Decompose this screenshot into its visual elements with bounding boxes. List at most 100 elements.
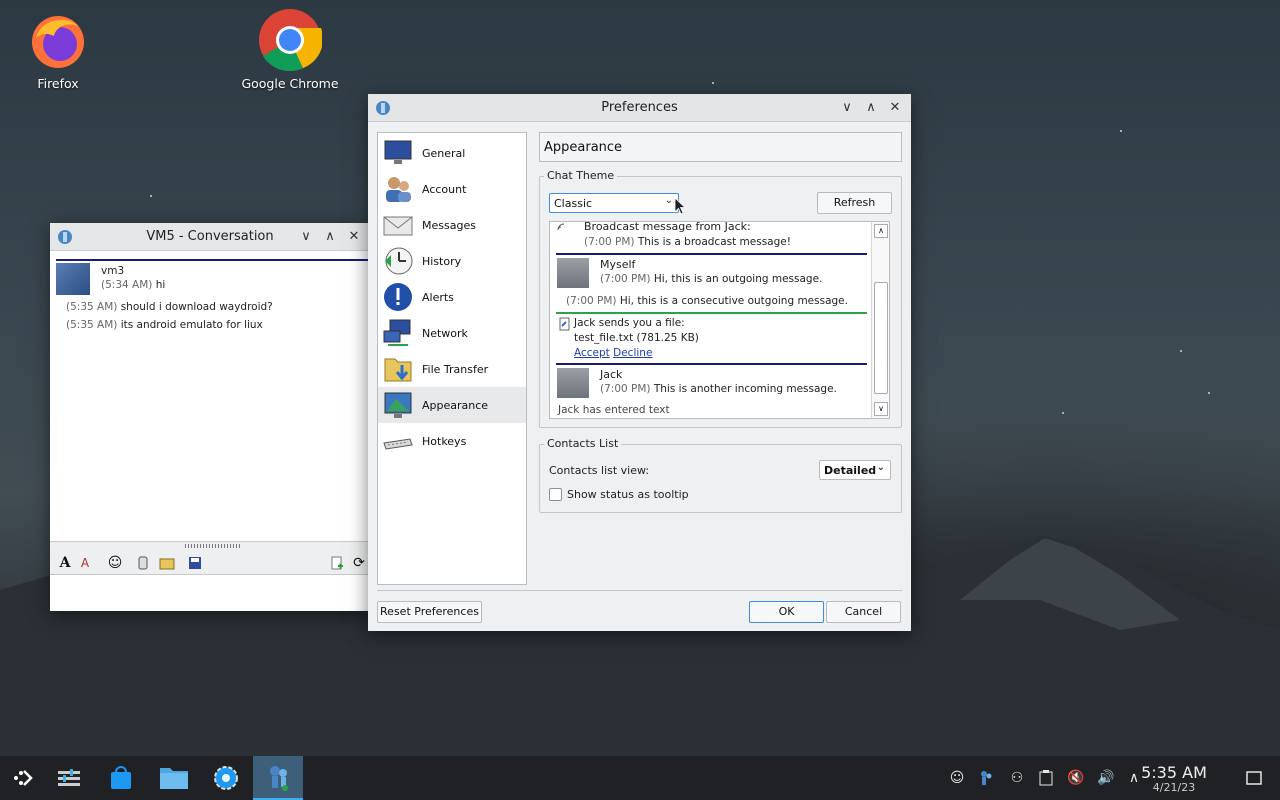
nav-item-file-transfer[interactable]: File Transfer [378, 351, 526, 387]
font-color-icon[interactable]: A [76, 554, 94, 572]
nav-item-label: General [422, 146, 466, 160]
desktop-icon-firefox[interactable]: Firefox [3, 8, 113, 91]
network-icon [383, 319, 411, 346]
volume-icon[interactable]: 🔊 [1096, 768, 1116, 788]
incoming-line: (7:00 PM) This is another incoming messa… [600, 383, 837, 395]
monitor-icon [384, 140, 412, 164]
decline-link[interactable]: Decline [613, 347, 652, 359]
close-button[interactable]: ✕ [342, 225, 366, 249]
desktop-icon-label: Firefox [37, 76, 79, 91]
conversation-window: VM5 - Conversation ∨ ∧ ✕ vm3 (5:34 AM) h… [50, 223, 370, 611]
envelope-icon [383, 216, 413, 236]
outgoing-line: (7:00 PM) Hi, this is an outgoing messag… [600, 273, 822, 285]
contacts-view-select[interactable]: Detailed ⌄ [819, 460, 891, 480]
preferences-nav: General Account Messages History Alerts … [377, 132, 527, 585]
preferences-titlebar[interactable]: Preferences ∨ ∧ ✕ [368, 94, 911, 122]
folder-icon [160, 768, 188, 789]
add-file-icon[interactable] [328, 554, 346, 572]
nudge-icon[interactable] [134, 554, 152, 572]
message-time: (7:00 PM) [584, 236, 635, 248]
contacts-view-value: Detailed [824, 464, 877, 477]
contacts-tray-icon[interactable]: ⚇ [1007, 768, 1027, 788]
message-time: (5:35 AM) [66, 301, 118, 313]
nav-item-label: Account [422, 182, 467, 196]
typing-notice: Jack has entered text [558, 404, 670, 416]
launcher-icon [14, 770, 33, 786]
scroll-down-button[interactable]: ∨ [874, 402, 888, 416]
minimize-button[interactable]: ∨ [294, 225, 318, 249]
taskbar-system-settings[interactable] [209, 762, 243, 794]
show-status-tooltip-label: Show status as tooltip [567, 488, 689, 501]
send-file-icon[interactable] [158, 554, 176, 572]
message-text: Hi, this is a consecutive outgoing messa… [619, 295, 848, 307]
show-desktop-icon[interactable] [1244, 768, 1264, 788]
messenger-app-icon [58, 229, 72, 244]
messenger-tray-icon[interactable] [976, 768, 996, 788]
sliders-icon [58, 769, 80, 786]
nav-item-network[interactable]: Network [378, 315, 526, 351]
close-button[interactable]: ✕ [883, 96, 907, 120]
nav-item-account[interactable]: Account [378, 171, 526, 207]
taskbar-settings-panel[interactable] [52, 762, 86, 794]
conversation-log[interactable]: vm3 (5:34 AM) hi (5:35 AM) should i down… [56, 259, 370, 539]
clock-time[interactable]: 5:35 AM [1134, 763, 1214, 782]
file-actions: Accept Decline [574, 347, 652, 359]
scroll-up-button[interactable]: ∧ [874, 224, 888, 238]
chat-theme-select[interactable]: Classic ⌄ [549, 193, 679, 213]
outgoing-sender: Myself [600, 258, 636, 271]
font-icon[interactable]: A [56, 554, 74, 572]
clipboard-icon[interactable] [1036, 768, 1056, 788]
save-icon[interactable] [186, 554, 204, 572]
nav-item-appearance[interactable]: Appearance [378, 387, 526, 423]
taskbar-messenger[interactable] [253, 756, 303, 800]
messenger-app-icon [270, 766, 288, 791]
nav-item-history[interactable]: History [378, 243, 526, 279]
window-title: Preferences [601, 100, 678, 115]
app-launcher-button[interactable] [6, 762, 40, 794]
nav-item-label: History [422, 254, 462, 268]
nav-item-general[interactable]: General [378, 135, 526, 171]
conversation-titlebar[interactable]: VM5 - Conversation ∨ ∧ ✕ [50, 223, 370, 251]
accept-link[interactable]: Accept [574, 347, 610, 359]
appearance-icon [384, 392, 412, 418]
conversation-toolbar: A A ☺ ⟳ [50, 541, 370, 575]
reset-preferences-button[interactable]: Reset Preferences [377, 601, 482, 623]
refresh-button[interactable]: Refresh [817, 192, 892, 214]
resize-grip[interactable] [185, 544, 240, 548]
minimize-button[interactable]: ∨ [835, 96, 859, 120]
nav-item-messages[interactable]: Messages [378, 207, 526, 243]
show-status-tooltip-checkbox[interactable] [549, 488, 562, 501]
message-line: (5:35 AM) should i download waydroid? [66, 301, 273, 313]
sender-name: vm3 [101, 265, 125, 277]
chevron-down-icon: ⌄ [876, 462, 885, 473]
file-header: Jack sends you a file: [574, 317, 685, 329]
smiley-icon[interactable]: ☺ [106, 554, 124, 572]
avatar [56, 263, 90, 295]
maximize-button[interactable]: ∧ [859, 96, 883, 120]
ok-button[interactable]: OK [749, 601, 824, 623]
contacts-view-label: Contacts list view: [549, 464, 650, 477]
nav-item-alerts[interactable]: Alerts [378, 279, 526, 315]
nav-item-hotkeys[interactable]: Hotkeys [378, 423, 526, 459]
message-input[interactable] [50, 575, 370, 611]
microphone-muted-icon[interactable]: 🔇 [1066, 768, 1086, 788]
maximize-button[interactable]: ∧ [318, 225, 342, 249]
nav-item-label: Messages [422, 218, 476, 232]
cancel-button[interactable]: Cancel [826, 601, 901, 623]
desktop-icon-chrome[interactable]: Google Chrome [235, 8, 345, 91]
message-text: its android emulato for liux [120, 319, 263, 331]
clock-date[interactable]: 4/21/23 [1134, 781, 1214, 794]
message-time: (5:34 AM) [101, 279, 153, 291]
nav-item-label: Network [422, 326, 468, 340]
file-name: test_file.txt (781.25 KB) [574, 332, 699, 344]
mouse-cursor-icon [674, 197, 686, 215]
chat-theme-preview[interactable]: Broadcast message from Jack: (7:00 PM) T… [549, 221, 890, 419]
taskbar-file-manager[interactable] [157, 762, 191, 794]
taskbar-discover[interactable] [104, 762, 138, 794]
scroll-thumb[interactable] [874, 282, 888, 394]
chat-theme-legend: Chat Theme [544, 169, 618, 182]
preview-scrollbar[interactable]: ∧ ∨ [871, 222, 889, 418]
chrome-icon [258, 8, 324, 72]
user-icon[interactable]: ☺ [947, 768, 967, 788]
refresh-icon[interactable]: ⟳ [350, 554, 368, 572]
